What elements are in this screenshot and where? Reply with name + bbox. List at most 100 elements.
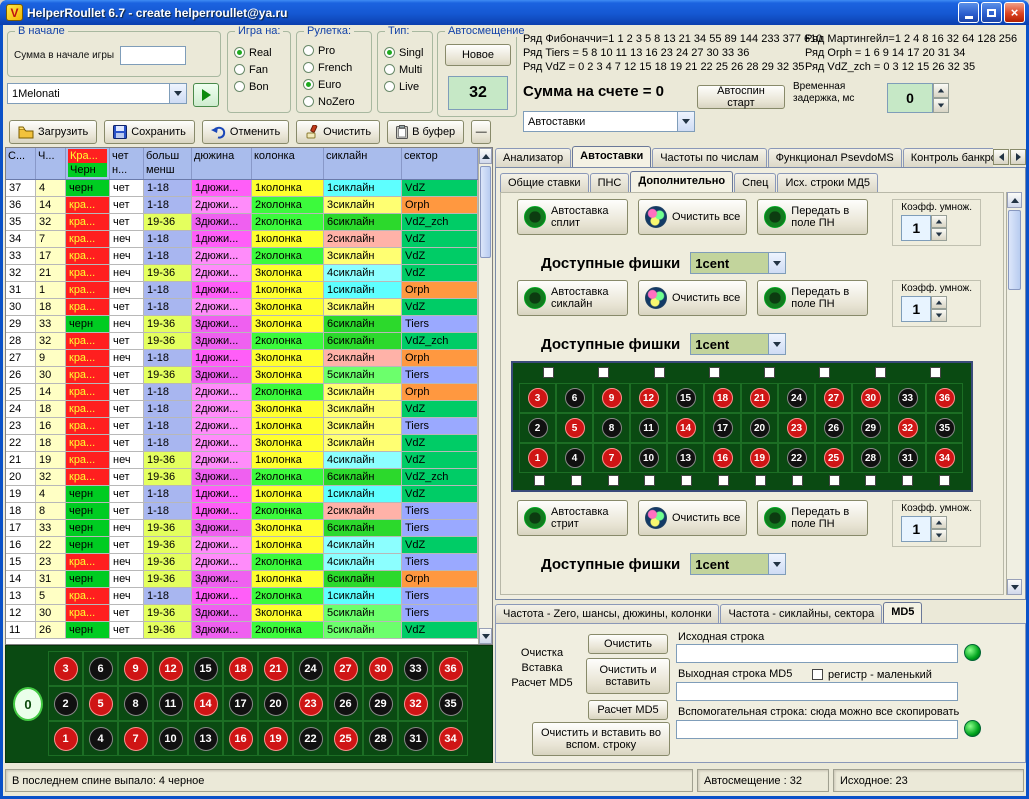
number-zero[interactable]: 0 <box>13 687 43 721</box>
main-tab[interactable]: Автоставки <box>572 146 651 167</box>
number-20[interactable]: 20 <box>750 418 770 438</box>
md5-clear-button[interactable]: Очистить <box>588 634 668 654</box>
number-12[interactable]: 12 <box>159 657 183 681</box>
bet-checkbox[interactable] <box>644 475 655 486</box>
spin-up-icon[interactable] <box>931 296 947 309</box>
number-33[interactable]: 33 <box>404 657 428 681</box>
number-23[interactable]: 23 <box>787 418 807 438</box>
number-24[interactable]: 24 <box>299 657 323 681</box>
radio-Bon[interactable]: Bon <box>234 78 290 95</box>
load-button[interactable]: Загрузить <box>9 120 97 144</box>
tab-scroll-right-icon[interactable] <box>1010 149 1026 165</box>
number-20[interactable]: 20 <box>264 692 288 716</box>
scroll-thumb[interactable] <box>480 166 491 258</box>
number-26[interactable]: 26 <box>824 418 844 438</box>
combo-arrow-icon[interactable] <box>768 334 785 354</box>
number-26[interactable]: 26 <box>334 692 358 716</box>
bet-checkbox[interactable] <box>755 475 766 486</box>
bet-checkbox[interactable] <box>865 475 876 486</box>
collapse-button[interactable]: — <box>471 120 491 144</box>
md5-clear-paste-button[interactable]: Очистить и вставить <box>586 658 670 694</box>
main-tab[interactable]: Функционал PsevdoMS <box>768 148 902 167</box>
bet-checkbox[interactable] <box>829 475 840 486</box>
combo-arrow-icon[interactable] <box>677 112 694 131</box>
number-29[interactable]: 29 <box>369 692 393 716</box>
number-6[interactable]: 6 <box>565 388 585 408</box>
tab-scroll-left-icon[interactable] <box>993 149 1009 165</box>
number-28[interactable]: 28 <box>861 448 881 468</box>
number-13[interactable]: 13 <box>194 727 218 751</box>
number-34[interactable]: 34 <box>439 727 463 751</box>
number-25[interactable]: 25 <box>824 448 844 468</box>
bet-checkbox[interactable] <box>792 475 803 486</box>
transfer-to-pn-button[interactable]: Передать в поле ПН <box>757 280 868 316</box>
number-35[interactable]: 35 <box>935 418 955 438</box>
bet-checkbox[interactable] <box>543 367 554 378</box>
number-32[interactable]: 32 <box>898 418 918 438</box>
radio-Live[interactable]: Live <box>384 78 432 95</box>
radio-icon[interactable] <box>303 62 314 73</box>
number-22[interactable]: 22 <box>299 727 323 751</box>
radio-icon[interactable] <box>234 47 245 58</box>
number-10[interactable]: 10 <box>639 448 659 468</box>
md5-go-icon[interactable] <box>964 644 981 661</box>
bet-checkbox[interactable] <box>939 475 950 486</box>
number-14[interactable]: 14 <box>194 692 218 716</box>
transfer-to-pn-button[interactable]: Передать в поле ПН <box>757 500 868 536</box>
maximize-button[interactable] <box>981 2 1002 23</box>
bet-checkbox[interactable] <box>930 367 941 378</box>
main-tab[interactable]: Контроль банкрол <box>903 148 993 167</box>
copy-to-buffer-button[interactable]: В буфер <box>387 120 464 144</box>
coef-spinner[interactable]: 1 <box>901 516 972 542</box>
sub-tab[interactable]: Общие ставки <box>500 173 589 192</box>
radio-icon[interactable] <box>234 64 245 75</box>
radio-French[interactable]: French <box>303 59 371 76</box>
spin-down-icon[interactable] <box>931 228 947 241</box>
autobets-combo[interactable]: Автоставки <box>523 111 695 132</box>
clear-button[interactable]: Очистить <box>296 120 380 144</box>
new-button[interactable]: Новое <box>445 44 511 66</box>
sub-tab[interactable]: Спец <box>734 173 776 192</box>
radio-icon[interactable] <box>384 47 395 58</box>
register-checkbox[interactable] <box>812 669 823 680</box>
clear-all-button[interactable]: Очистить все <box>638 280 747 316</box>
number-30[interactable]: 30 <box>369 657 393 681</box>
scroll-up-icon[interactable] <box>479 148 492 164</box>
radio-icon[interactable] <box>303 79 314 90</box>
close-button[interactable]: × <box>1004 2 1025 23</box>
sub-tab[interactable]: Дополнительно <box>630 171 733 192</box>
source-string-input[interactable] <box>676 644 958 663</box>
number-7[interactable]: 7 <box>124 727 148 751</box>
autobet-sixline-button[interactable]: Автоставка сиклайн <box>517 280 628 316</box>
transfer-to-pn-button[interactable]: Передать в поле ПН <box>757 199 868 235</box>
main-tab[interactable]: Анализатор <box>495 148 571 167</box>
number-4[interactable]: 4 <box>565 448 585 468</box>
scroll-down-icon[interactable] <box>479 628 492 644</box>
radio-Fan[interactable]: Fan <box>234 61 290 78</box>
sub-tab[interactable]: Исх. строки МД5 <box>777 173 878 192</box>
chips-combo[interactable]: 1cent <box>690 553 786 575</box>
number-22[interactable]: 22 <box>787 448 807 468</box>
number-31[interactable]: 31 <box>898 448 918 468</box>
bet-checkbox[interactable] <box>875 367 886 378</box>
number-1[interactable]: 1 <box>54 727 78 751</box>
spin-down-icon[interactable] <box>931 529 947 542</box>
clear-all-button[interactable]: Очистить все <box>638 199 747 235</box>
bet-checkbox[interactable] <box>709 367 720 378</box>
panel-scrollbar[interactable] <box>1006 192 1022 595</box>
number-11[interactable]: 11 <box>159 692 183 716</box>
number-3[interactable]: 3 <box>528 388 548 408</box>
number-2[interactable]: 2 <box>54 692 78 716</box>
radio-Singl[interactable]: Singl <box>384 44 432 61</box>
number-21[interactable]: 21 <box>750 388 770 408</box>
radio-icon[interactable] <box>303 96 314 107</box>
scroll-down-icon[interactable] <box>1007 579 1022 595</box>
radio-Multi[interactable]: Multi <box>384 61 432 78</box>
sub-tab[interactable]: ПНС <box>590 173 630 192</box>
aux-string-input[interactable] <box>676 720 958 739</box>
autospin-start-button[interactable]: Автоспин старт <box>697 85 785 109</box>
output-string-input[interactable] <box>676 682 958 701</box>
bet-checkbox[interactable] <box>819 367 830 378</box>
number-10[interactable]: 10 <box>159 727 183 751</box>
number-17[interactable]: 17 <box>229 692 253 716</box>
